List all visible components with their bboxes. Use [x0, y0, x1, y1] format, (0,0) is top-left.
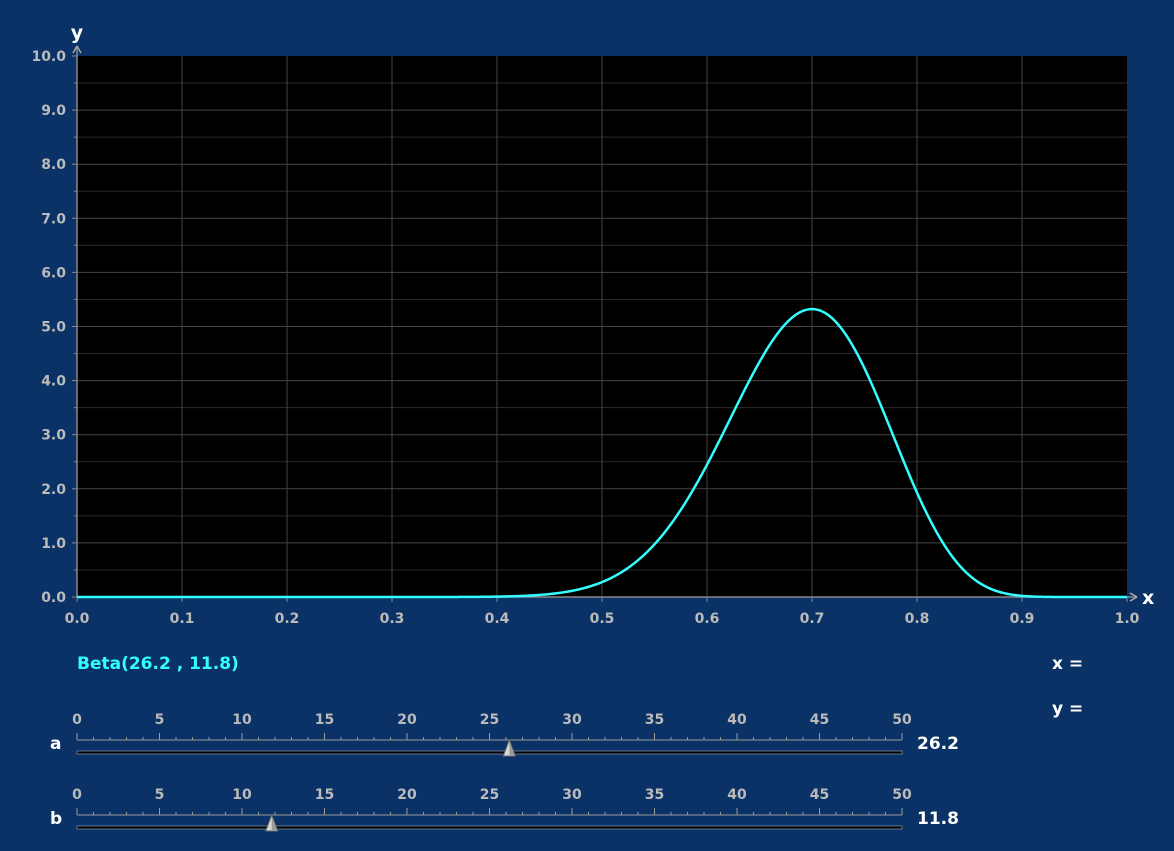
- y-axis-label: y: [71, 22, 84, 44]
- slider-tick-label: 20: [397, 787, 417, 803]
- x-tick-label: 0.5: [590, 611, 615, 627]
- slider-tick-label: 35: [645, 712, 664, 728]
- slider-tick-label: 15: [315, 712, 334, 728]
- slider-tick-label: 10: [232, 712, 252, 728]
- x-tick-label: 0.7: [800, 611, 825, 627]
- slider-tick-label: 5: [155, 712, 165, 728]
- y-tick-label: 9.0: [41, 103, 66, 119]
- slider-tick-label: 50: [892, 787, 912, 803]
- y-tick-label: 5.0: [41, 320, 66, 336]
- slider-tick-label: 25: [480, 712, 499, 728]
- slider-tick-label: 25: [480, 787, 499, 803]
- y-tick-label: 6.0: [41, 265, 66, 281]
- slider-tick-label: 45: [810, 787, 829, 803]
- x-tick-label: 0.6: [695, 611, 720, 627]
- x-tick-label: 1.0: [1115, 611, 1140, 627]
- y-tick-label: 3.0: [41, 428, 66, 444]
- slider-tick-label: 30: [562, 787, 582, 803]
- y-tick-label: 2.0: [41, 482, 66, 498]
- distribution-formula: Beta(26.2 , 11.8): [77, 654, 239, 674]
- slider-tick-label: 10: [232, 787, 252, 803]
- x-tick-label: 0.9: [1010, 611, 1035, 627]
- slider-b-track[interactable]: 0 5 10 15 20 25 30 35 40 45 50: [0, 779, 1174, 839]
- slider-rail: [76, 825, 903, 830]
- slider-tick-label: 5: [155, 787, 165, 803]
- slider-tick-label: 15: [315, 787, 334, 803]
- slider-tick-label: 35: [645, 787, 664, 803]
- slider-tick-label: 0: [72, 787, 82, 803]
- slider-a-track[interactable]: 0 5 10 15 20 25 30 35 40 45 50: [0, 704, 1174, 764]
- slider-tick-label: 0: [72, 712, 82, 728]
- x-tick-label: 0.8: [905, 611, 930, 627]
- slider-tick-label: 30: [562, 712, 582, 728]
- slider-tick-label: 50: [892, 712, 912, 728]
- x-tick-label: 0.0: [65, 611, 90, 627]
- x-tick-label: 0.2: [275, 611, 300, 627]
- y-tick-label: 4.0: [41, 374, 66, 390]
- y-tick-label: 8.0: [41, 157, 66, 173]
- y-tick-label: 7.0: [41, 211, 66, 227]
- x-axis-label: x: [1142, 587, 1154, 609]
- slider-rail: [76, 750, 903, 755]
- x-tick-label: 0.1: [170, 611, 195, 627]
- y-tick-label: 0.0: [41, 590, 66, 606]
- x-readout-label: x =: [1052, 654, 1084, 674]
- slider-tick-label: 20: [397, 712, 417, 728]
- x-tick-label: 0.4: [485, 611, 510, 627]
- slider-a-value: 26.2: [917, 734, 959, 754]
- slider-tick-label: 45: [810, 712, 829, 728]
- plot-area[interactable]: 0.0 0.1 0.2 0.3 0.4 0.5 0.6 0.7 0.8 0.9 1.0 0.0 1.0 2…: [0, 0, 1174, 640]
- y-tick-label: 1.0: [41, 536, 66, 552]
- slider-tick-label: 40: [727, 787, 747, 803]
- slider-b-value: 11.8: [917, 809, 959, 829]
- slider-tick-label: 40: [727, 712, 747, 728]
- y-tick-label: 10.0: [31, 49, 66, 65]
- x-tick-label: 0.3: [380, 611, 405, 627]
